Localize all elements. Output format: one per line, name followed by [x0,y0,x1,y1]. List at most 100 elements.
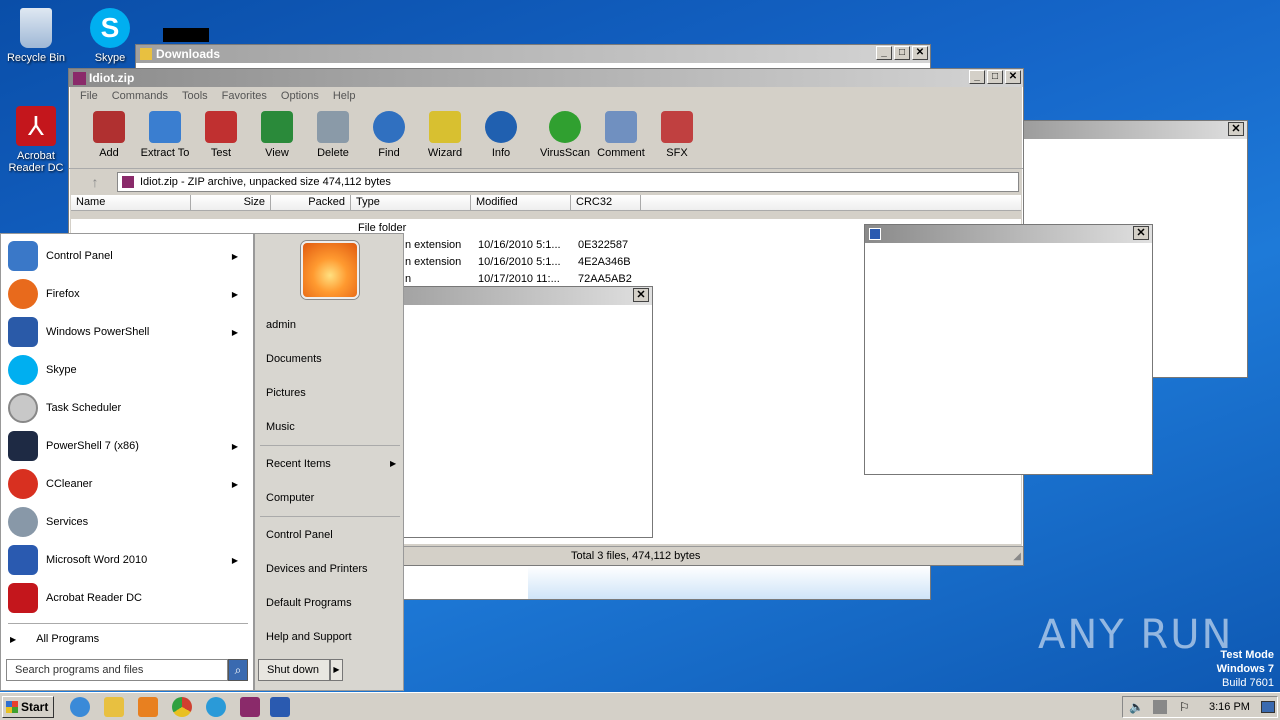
row-type: n [405,273,412,285]
place-documents[interactable]: Documents [266,353,322,365]
start-item-skype[interactable]: Skype [8,353,248,387]
place-computer[interactable]: Computer [266,492,314,504]
column-crc32[interactable]: CRC32 [571,195,641,210]
chrome-icon[interactable] [172,697,192,717]
add-button[interactable]: Add [81,105,137,168]
table-row[interactable]: n extension [405,239,461,251]
edge-icon[interactable] [206,697,226,717]
start-item-acrobat[interactable]: Acrobat Reader DC [8,581,248,615]
menu-help[interactable]: Help [326,87,363,105]
shutdown-button[interactable]: Shut down [258,659,330,681]
place-music[interactable]: Music [266,421,295,433]
desktop-icon-recycle-bin[interactable]: Recycle Bin [0,8,72,64]
show-desktop-icon[interactable] [1261,701,1275,713]
resize-grip-icon[interactable]: ◢ [1013,551,1021,562]
blank-dialog-front[interactable]: ✕ [864,224,1153,475]
media-player-icon[interactable] [138,697,158,717]
close-button[interactable]: ✕ [912,46,928,60]
comment-button[interactable]: Comment [593,105,649,168]
start-item-label: Acrobat Reader DC [46,592,142,604]
close-button[interactable]: ✕ [633,288,649,302]
close-button[interactable]: ✕ [1228,122,1244,136]
minimize-button[interactable]: _ [969,70,985,84]
column-type[interactable]: Type [351,195,471,210]
column-name[interactable]: Name [71,195,191,210]
search-box[interactable]: Search programs and files [6,659,228,681]
virusscan-button[interactable]: VirusScan [537,105,593,168]
menu-tools[interactable]: Tools [175,87,215,105]
place-default-programs[interactable]: Default Programs [266,597,352,609]
winrar-titlebar[interactable]: Idiot.zip _ □ ✕ [69,69,1023,87]
start-item-ccleaner[interactable]: CCleaner ▶ [8,467,248,501]
wizard-button[interactable]: Wizard [417,105,473,168]
explorer-icon[interactable] [104,697,124,717]
tool-label: Comment [597,147,645,159]
place-pictures[interactable]: Pictures [266,387,306,399]
view-button[interactable]: View [249,105,305,168]
menu-file[interactable]: File [73,87,105,105]
maximize-button[interactable]: □ [987,70,1003,84]
clock[interactable]: 3:16 PM [1209,701,1250,713]
word-icon[interactable] [270,697,290,717]
info-button[interactable]: Info [473,105,529,168]
column-size[interactable]: Size [191,195,271,210]
row-crc: 4E2A346B [578,256,631,268]
powershell7-icon [8,431,38,461]
ie-icon[interactable] [70,697,90,717]
recycle-bin-icon [20,8,52,48]
minimize-button[interactable]: _ [876,46,892,60]
flag-icon[interactable]: ⚐ [1179,700,1190,714]
dialog-titlebar[interactable]: ✕ [865,225,1152,243]
place-recent-items[interactable]: Recent Items ▶ [266,458,396,470]
winrar-icon[interactable] [240,697,260,717]
bug-icon [549,111,581,143]
start-item-label: Windows PowerShell [46,326,150,338]
menu-favorites[interactable]: Favorites [215,87,274,105]
tool-label: VirusScan [540,147,590,159]
test-button[interactable]: Test [193,105,249,168]
all-programs[interactable]: ▶ All Programs [10,633,99,645]
test-icon [205,111,237,143]
archive-path[interactable]: Idiot.zip - ZIP archive, unpacked size 4… [117,172,1019,192]
user-avatar[interactable] [301,241,359,299]
delete-button[interactable]: Delete [305,105,361,168]
place-help-support[interactable]: Help and Support [266,631,352,643]
start-item-services[interactable]: Services [8,505,248,539]
start-item-word[interactable]: Microsoft Word 2010 ▶ [8,543,248,577]
close-button[interactable]: ✕ [1005,70,1021,84]
start-item-task-scheduler[interactable]: Task Scheduler [8,391,248,425]
tool-label: Find [378,147,400,159]
user-name[interactable]: admin [266,319,296,331]
test-mode-line: Test Mode [1220,649,1274,661]
desktop-icon-acrobat[interactable]: ⅄ Acrobat Reader DC [0,106,72,174]
find-button[interactable]: Find [361,105,417,168]
table-row[interactable]: n [405,273,411,285]
maximize-button[interactable]: □ [894,46,910,60]
start-item-control-panel[interactable]: Control Panel ▶ [8,239,248,273]
start-button[interactable]: Start [2,696,54,718]
recent-items-label: Recent Items [266,458,331,470]
start-item-powershell7[interactable]: PowerShell 7 (x86) ▶ [8,429,248,463]
column-packed[interactable]: Packed [271,195,351,210]
shutdown-options-button[interactable]: ▶ [330,659,343,681]
start-item-powershell[interactable]: Windows PowerShell ▶ [8,315,248,349]
volume-icon[interactable]: 🔈 [1129,700,1144,714]
sfx-button[interactable]: SFX [649,105,705,168]
taskbar: Start 🔈 ⚐ 3:16 PM [0,692,1280,720]
extract-icon [149,111,181,143]
menu-options[interactable]: Options [274,87,326,105]
word-icon [8,545,38,575]
downloads-titlebar[interactable]: Downloads _ □ ✕ [136,45,930,63]
search-icon[interactable]: ⌕ [228,659,248,681]
extract-to-button[interactable]: Extract To [137,105,193,168]
place-control-panel[interactable]: Control Panel [266,529,333,541]
menu-commands[interactable]: Commands [105,87,175,105]
up-arrow-icon[interactable]: ↑ [73,174,117,190]
column-modified[interactable]: Modified [471,195,571,210]
close-button[interactable]: ✕ [1133,226,1149,240]
place-devices-printers[interactable]: Devices and Printers [266,563,368,575]
network-icon[interactable] [1153,700,1167,714]
table-row[interactable]: n extension [405,256,461,268]
downloads-preview [528,566,930,599]
start-item-firefox[interactable]: Firefox ▶ [8,277,248,311]
